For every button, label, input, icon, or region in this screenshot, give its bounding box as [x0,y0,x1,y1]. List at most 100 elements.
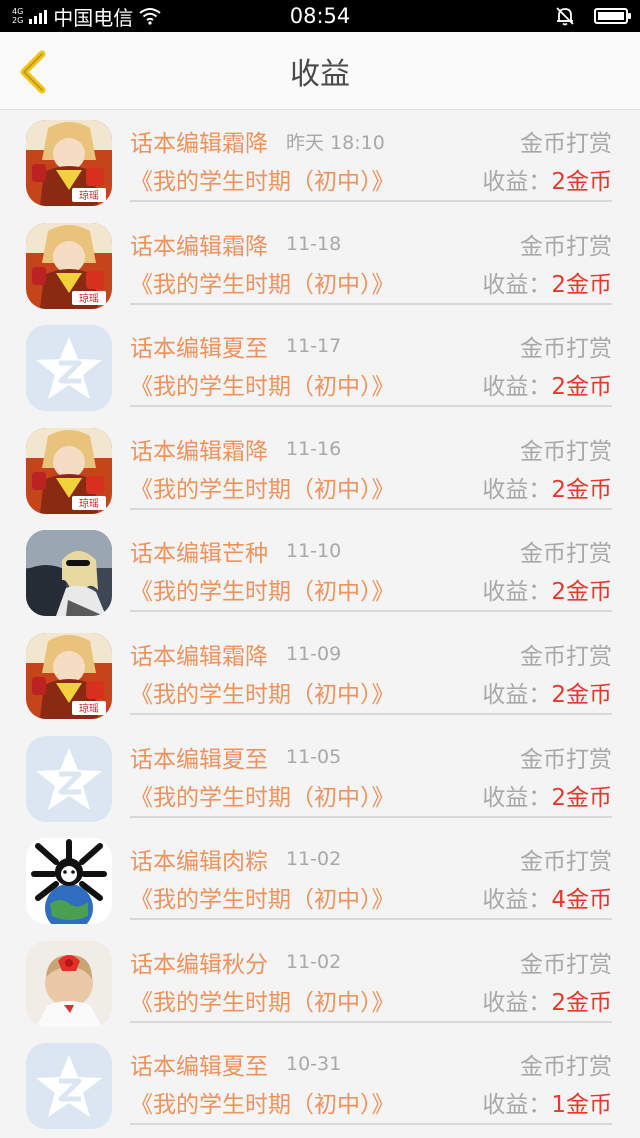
list-item-detail: 《我的学生时期（初中）》 收益： 2金币 [130,981,612,1019]
svg-text:琼瑶: 琼瑶 [79,497,99,510]
list-item-header: 话本编辑夏至 11-17 金币打赏 [130,327,612,365]
avatar[interactable]: 琼瑶 [26,120,112,206]
list-item-header: 话本编辑秋分 11-02 金币打赏 [130,943,612,981]
income-label: 收益： [482,476,552,503]
list-item[interactable]: 话本编辑夏至 10-31 金币打赏 《我的学生时期（初中）》 收益： 1金币 [0,1033,640,1136]
list-item[interactable]: 琼瑶 话本编辑霜降 11-09 金币打赏 《我的学生时期（初中）》 收益： 2金… [0,623,640,726]
svg-text:琼瑶: 琼瑶 [79,292,99,305]
list-item-header: 话本编辑霜降 11-18 金币打赏 [130,225,612,263]
avatar[interactable]: 琼瑶 [26,427,112,514]
nav-bar: 收益 [0,32,640,110]
book-title: 《我的学生时期（初中）》 [130,784,395,811]
record-date: 11-09 [286,642,342,665]
record-type: 金币打赏 [520,541,612,568]
income-amount: 2金币 [551,989,612,1016]
chevron-left-icon [20,50,46,94]
list-item-header: 话本编辑夏至 11-05 金币打赏 [130,738,612,776]
page-title: 收益 [290,56,350,92]
list-item[interactable]: 话本编辑夏至 11-05 金币打赏 《我的学生时期（初中）》 收益： 2金币 [0,726,640,829]
back-button[interactable] [14,50,54,94]
editor-name: 话本编辑肉粽 [130,849,268,876]
book-title: 《我的学生时期（初中）》 [130,374,395,401]
income-list: 琼瑶 话本编辑霜降 昨天 18:10 金币打赏 《我的学生时期（初中）》 收益：… [0,110,640,1136]
list-item[interactable]: 话本编辑肉粽 11-02 金币打赏 《我的学生时期（初中）》 收益： 4金币 [0,828,640,931]
list-item-header: 话本编辑夏至 10-31 金币打赏 [130,1045,612,1083]
list-item[interactable]: 琼瑶 话本编辑霜降 昨天 18:10 金币打赏 《我的学生时期（初中）》 收益：… [0,110,640,213]
income-amount: 1金币 [551,1092,612,1119]
income-label: 收益： [482,374,552,401]
record-date: 11-02 [286,950,342,973]
avatar[interactable]: 琼瑶 [26,632,112,719]
list-item-header: 话本编辑霜降 11-09 金币打赏 [130,635,612,673]
income-amount: 2金币 [551,579,612,606]
avatar[interactable] [26,1043,112,1130]
carrier-name: 中国电信 [53,5,134,30]
record-type: 金币打赏 [520,336,612,363]
record-type: 金币打赏 [520,849,612,876]
income-label: 收益： [482,681,552,708]
record-date: 昨天 18:10 [286,131,385,154]
list-item-body: 话本编辑夏至 11-05 金币打赏 《我的学生时期（初中）》 收益： 2金币 [130,738,612,818]
list-item-detail: 《我的学生时期（初中）》 收益： 2金币 [130,263,612,301]
book-title: 《我的学生时期（初中）》 [130,476,395,503]
income-amount: 2金币 [551,169,612,195]
editor-name: 话本编辑芒种 [130,541,268,568]
record-type: 金币打赏 [520,951,612,978]
record-date: 11-02 [286,848,342,871]
record-date: 11-05 [286,745,342,768]
status-left: 4G 2G 中国电信 [12,2,161,31]
income-label: 收益： [482,887,552,914]
income-label: 收益： [482,784,552,811]
list-item[interactable]: 话本编辑芒种 11-10 金币打赏 《我的学生时期（初中）》 收益： 2金币 [0,520,640,623]
wifi-icon [139,8,161,25]
list-item-detail: 《我的学生时期（初中）》 收益： 2金币 [130,160,612,198]
record-type: 金币打赏 [520,643,612,670]
list-item[interactable]: 话本编辑夏至 11-17 金币打赏 《我的学生时期（初中）》 收益： 2金币 [0,315,640,418]
editor-name: 话本编辑夏至 [130,336,268,363]
list-item-header: 话本编辑芒种 11-10 金币打赏 [130,532,612,570]
signal-icon [29,8,48,24]
editor-name: 话本编辑霜降 [130,643,268,670]
list-item-body: 话本编辑肉粽 11-02 金币打赏 《我的学生时期（初中）》 收益： 4金币 [130,840,612,921]
editor-name: 话本编辑霜降 [130,131,268,157]
list-item-detail: 《我的学生时期（初中）》 收益： 2金币 [130,570,612,608]
avatar[interactable] [26,325,112,412]
record-date: 11-10 [286,540,342,563]
list-item-body: 话本编辑夏至 10-31 金币打赏 《我的学生时期（初中）》 收益： 1金币 [130,1045,612,1126]
record-type: 金币打赏 [520,131,612,157]
list-item-body: 话本编辑夏至 11-17 金币打赏 《我的学生时期（初中）》 收益： 2金币 [130,327,612,408]
avatar[interactable]: 琼瑶 [26,222,112,309]
list-item-detail: 《我的学生时期（初中）》 收益： 2金币 [130,365,612,403]
network-type-top: 4G [12,7,24,16]
network-type-bottom: 2G [12,16,24,25]
income-label: 收益： [482,1092,552,1119]
list-item-header: 话本编辑霜降 11-16 金币打赏 [130,430,612,468]
editor-name: 话本编辑秋分 [130,951,268,978]
income-label: 收益： [482,169,552,195]
list-item[interactable]: 琼瑶 话本编辑霜降 11-18 金币打赏 《我的学生时期（初中）》 收益： 2金… [0,213,640,316]
record-type: 金币打赏 [520,1054,612,1081]
battery-icon [594,8,631,24]
income-amount: 2金币 [551,681,612,708]
list-item[interactable]: 琼瑶 话本编辑霜降 11-16 金币打赏 《我的学生时期（初中）》 收益： 2金… [0,418,640,521]
list-item[interactable]: 话本编辑秋分 11-02 金币打赏 《我的学生时期（初中）》 收益： 2金币 [0,931,640,1034]
list-item-detail: 《我的学生时期（初中）》 收益： 2金币 [130,673,612,711]
svg-text:琼瑶: 琼瑶 [79,702,99,715]
book-title: 《我的学生时期（初中）》 [130,989,395,1016]
list-item-detail: 《我的学生时期（初中）》 收益： 4金币 [130,878,612,916]
list-item-header: 话本编辑肉粽 11-02 金币打赏 [130,840,612,878]
avatar[interactable] [26,530,112,617]
income-label: 收益： [482,271,552,298]
list-item-body: 话本编辑霜降 11-09 金币打赏 《我的学生时期（初中）》 收益： 2金币 [130,635,612,715]
avatar[interactable] [26,940,112,1027]
status-bar: 4G 2G 中国电信 08:54 [0,0,640,32]
svg-text:琼瑶: 琼瑶 [79,189,99,202]
list-item-detail: 《我的学生时期（初中）》 收益： 1金币 [130,1083,612,1121]
book-title: 《我的学生时期（初中）》 [130,1092,395,1119]
record-type: 金币打赏 [520,438,612,465]
editor-name: 话本编辑霜降 [130,438,268,465]
network-type: 4G 2G [12,7,23,25]
avatar[interactable] [26,838,112,925]
income-label: 收益： [482,579,552,606]
avatar[interactable] [26,735,112,822]
